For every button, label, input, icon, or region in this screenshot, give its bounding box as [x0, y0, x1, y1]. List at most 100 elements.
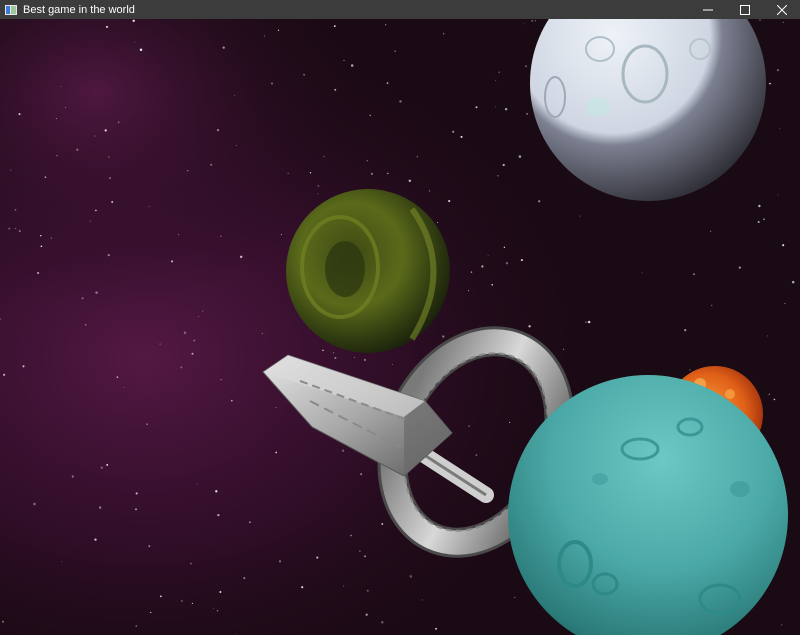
star: [219, 591, 222, 593]
star: [220, 235, 222, 237]
star: [585, 321, 587, 323]
title-bar[interactable]: Best game in the world: [0, 0, 800, 19]
star: [135, 508, 137, 511]
star: [22, 365, 25, 368]
star: [738, 266, 741, 269]
star: [334, 357, 337, 359]
star: [784, 303, 786, 305]
star: [452, 130, 455, 133]
star: [118, 121, 120, 123]
star: [159, 595, 162, 598]
star: [84, 324, 87, 326]
star: [134, 41, 136, 43]
game-window: Best game in the world: [0, 0, 800, 635]
star: [159, 343, 161, 345]
star: [777, 194, 779, 196]
star: [475, 454, 478, 457]
star: [399, 100, 402, 103]
star: [150, 611, 152, 614]
star: [50, 237, 52, 239]
star: [370, 172, 373, 175]
maximize-button[interactable]: [726, 0, 763, 19]
star: [44, 176, 47, 179]
star: [301, 586, 304, 589]
star: [391, 363, 393, 365]
star: [61, 561, 63, 563]
star: [178, 234, 180, 236]
star: [270, 82, 274, 85]
star: [104, 129, 107, 132]
star: [563, 348, 565, 350]
star: [317, 184, 320, 187]
star: [422, 599, 423, 601]
scene-canvas[interactable]: [0, 19, 800, 635]
star: [197, 316, 199, 317]
star: [135, 625, 138, 627]
star: [360, 473, 362, 475]
star: [107, 253, 110, 257]
star: [303, 73, 305, 76]
green-planet[interactable]: [286, 189, 450, 353]
star: [534, 20, 536, 22]
minimize-button[interactable]: [689, 0, 726, 19]
star: [495, 79, 497, 81]
star: [40, 234, 42, 237]
star: [497, 175, 499, 177]
star: [37, 271, 40, 275]
star: [81, 297, 84, 300]
star: [316, 556, 319, 559]
star: [123, 387, 125, 388]
star: [197, 483, 198, 485]
star: [60, 85, 62, 88]
star: [343, 59, 345, 61]
star: [146, 423, 148, 425]
star: [791, 280, 795, 284]
star: [448, 199, 451, 203]
star: [148, 205, 150, 207]
star: [468, 290, 470, 292]
star: [135, 492, 138, 495]
star: [98, 506, 102, 509]
star: [275, 451, 278, 454]
star: [518, 155, 522, 158]
star: [782, 244, 785, 247]
star: [435, 627, 438, 630]
star: [275, 406, 277, 408]
star: [108, 177, 112, 180]
star: [776, 68, 780, 72]
star: [408, 179, 411, 182]
close-button[interactable]: [763, 0, 800, 19]
star: [442, 335, 445, 338]
star: [8, 227, 11, 230]
star: [3, 373, 6, 376]
star: [759, 19, 761, 21]
star: [216, 609, 219, 612]
star: [475, 106, 478, 109]
star: [191, 602, 194, 605]
star: [235, 633, 237, 635]
star: [202, 310, 204, 312]
star: [514, 597, 516, 598]
star: [470, 271, 473, 273]
star: [437, 221, 439, 224]
star: [365, 613, 368, 616]
star: [509, 421, 511, 423]
star: [243, 577, 246, 580]
star: [369, 114, 372, 117]
game-viewport[interactable]: [0, 19, 800, 635]
star: [148, 545, 151, 547]
star: [710, 304, 713, 307]
star: [332, 352, 335, 354]
star: [487, 255, 489, 257]
star: [768, 393, 770, 395]
star: [95, 209, 97, 212]
star: [333, 25, 336, 28]
star: [709, 230, 712, 232]
star: [193, 339, 196, 342]
star: [523, 23, 524, 25]
star: [181, 600, 183, 602]
star: [684, 328, 687, 332]
star: [106, 463, 109, 466]
star: [14, 208, 17, 211]
star: [277, 29, 280, 31]
